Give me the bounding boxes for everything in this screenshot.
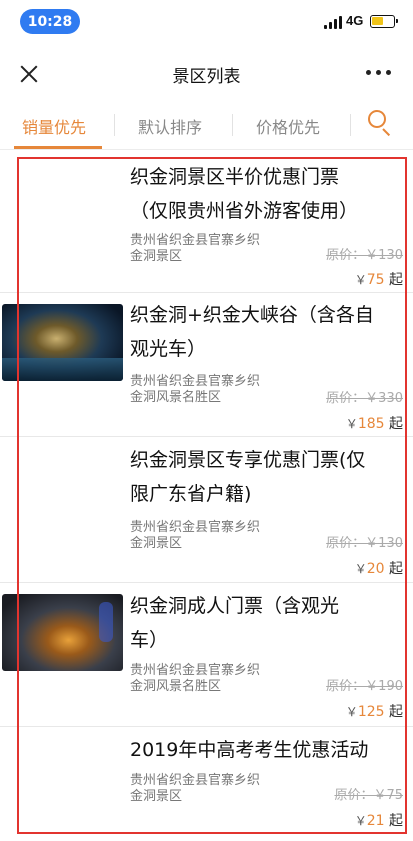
active-tab-indicator <box>14 146 102 149</box>
tab-divider <box>350 114 351 136</box>
tab-price-first[interactable]: 价格优先 <box>256 114 320 138</box>
battery-icon <box>370 15 398 28</box>
signal-icon <box>324 15 342 29</box>
network-label: 4G <box>346 13 364 28</box>
page-title: 景区列表 <box>172 67 241 87</box>
tab-divider <box>114 114 115 136</box>
more-icon[interactable] <box>366 70 396 78</box>
status-bar: 10:28 4G <box>0 0 413 44</box>
search-icon[interactable] <box>368 110 394 138</box>
tab-divider <box>232 114 233 136</box>
highlight-frame <box>17 157 407 834</box>
status-time: 10:28 <box>20 9 80 34</box>
tab-sales-first[interactable]: 销量优先 <box>22 114 86 138</box>
tab-default-sort[interactable]: 默认排序 <box>138 114 202 138</box>
nav-bar: 景区列表 <box>0 48 413 100</box>
sort-tabs: 销量优先 默认排序 价格优先 <box>0 100 413 150</box>
